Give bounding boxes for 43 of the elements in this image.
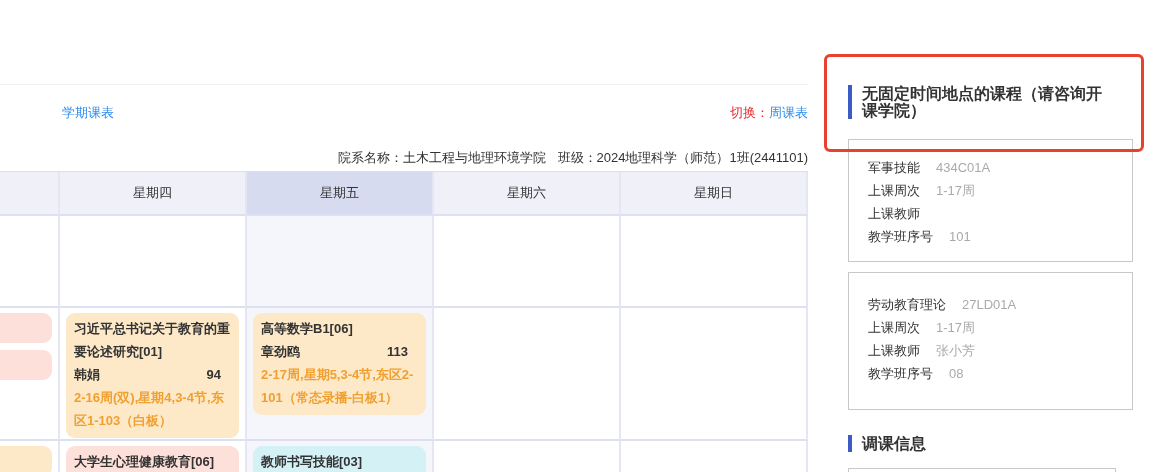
day-header: 星期六 (434, 172, 621, 216)
course-card[interactable]: 高等数学B1[06] 章劲鸥 113 2-17周,星期5,3-4节,东区2-101（常态录播-白板1） (253, 313, 426, 415)
course-card[interactable] (0, 446, 52, 472)
day-header: 星期四 (60, 172, 247, 216)
field-label: 上课周次 (868, 319, 920, 337)
course-name: 习近平总书记关于教育的重要论述研究[01] (74, 320, 231, 361)
field-value: 1-17周 (936, 319, 976, 337)
teacher-name: 章劲鸥 (261, 343, 300, 361)
department-name: 院系名称：土木工程与地理环境学院 (337, 149, 546, 167)
field-label: 教学班序号 (868, 228, 933, 246)
course-code: 27LD01A (962, 296, 1017, 314)
field-value: 101 (949, 228, 971, 246)
teacher-name: 韩娟 (74, 366, 100, 384)
field-label: 上课周次 (868, 182, 920, 200)
class-name: 班级：2024地理科学（师范）1班(2441101) (557, 149, 808, 167)
day-header: 星期五 (247, 172, 434, 216)
course-name: 劳动教育理论 (868, 296, 946, 314)
course-code: 434C01A (936, 159, 991, 177)
field-label: 上课教师 (868, 205, 920, 223)
course-card[interactable] (0, 350, 52, 380)
section-heading: 调课信息 (848, 435, 1133, 452)
field-value: 1-17周 (936, 182, 976, 200)
student-count: 94 (206, 366, 221, 384)
semester-schedule-link[interactable]: 学期课表 (62, 104, 114, 122)
section-heading: 无固定时间地点的课程（请咨询开课学院） (848, 85, 1102, 119)
course-name: 教师书写技能[03] (261, 453, 364, 471)
course-card[interactable]: 习近平总书记关于教育的重要论述研究[01] 韩娟 94 2-16周(双),星期4,3-4节,东区1-103（白板） (66, 313, 239, 438)
student-count: 113 (387, 343, 408, 361)
course-name: 军事技能 (868, 159, 920, 177)
course-card[interactable]: 教师书写技能[03] (253, 446, 426, 472)
course-name: 大学生心理健康教育[06] (74, 453, 216, 471)
field-label: 上课教师 (868, 342, 920, 360)
field-label: 教学班序号 (868, 365, 933, 383)
week-schedule-link[interactable]: 周课表 (769, 105, 808, 120)
field-value: 08 (949, 365, 964, 383)
day-header: 星期日 (621, 172, 808, 216)
switch-label: 切换： (730, 105, 769, 120)
field-value: 张小芳 (936, 342, 975, 360)
course-card[interactable]: 大学生心理健康教育[06] (66, 446, 239, 472)
course-schedule: 2-16周(双),星期4,3-4节,东区1-103（白板） (74, 389, 225, 430)
course-schedule: 2-17周,星期5,3-4节,东区2-101（常态录播-白板1） (261, 366, 415, 407)
course-name: 高等数学B1[06] (261, 320, 354, 338)
course-card[interactable] (0, 313, 52, 343)
